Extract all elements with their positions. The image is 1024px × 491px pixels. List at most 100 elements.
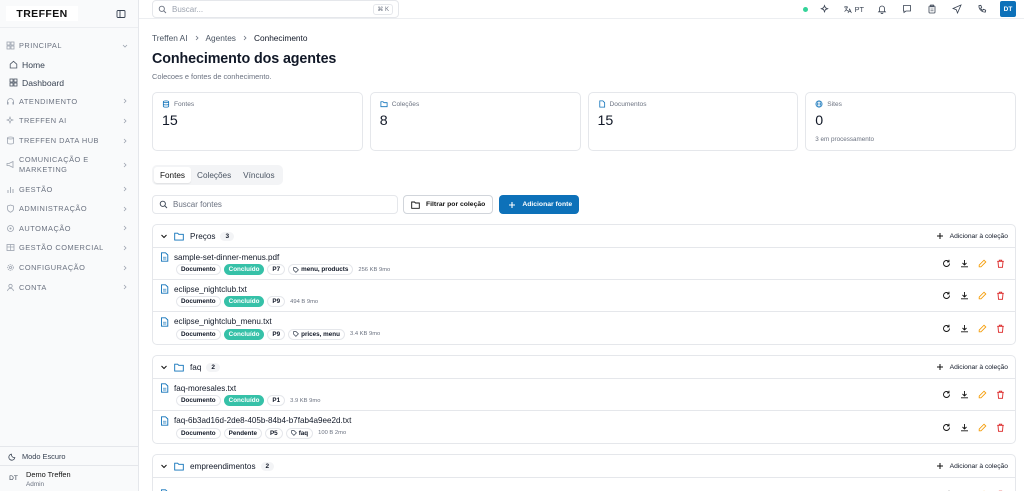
sidebar-section-atendimento[interactable]: ATENDIMENTO <box>0 92 138 112</box>
tab-vinculos[interactable]: Vínculos <box>237 167 280 183</box>
refresh-icon[interactable] <box>941 291 951 301</box>
send-icon[interactable] <box>951 4 962 15</box>
clipboard-icon[interactable] <box>926 4 937 15</box>
add-to-collection-button[interactable]: Adicionar à coleção <box>936 232 1008 240</box>
source-meta: 494 B 9mo <box>290 298 319 305</box>
folder-icon <box>380 100 392 108</box>
refresh-icon[interactable] <box>941 323 951 333</box>
sidebar-section-principal[interactable]: PRINCIPAL <box>0 36 138 56</box>
add-source-label: Adicionar fonte <box>522 201 573 208</box>
search-icon <box>159 200 173 209</box>
sidebar-section-automacao[interactable]: AUTOMAÇÃO <box>0 219 138 239</box>
source-row: faq-moresales.txt Documento Concluído P1 3.9… <box>153 379 1015 411</box>
edit-icon[interactable] <box>977 422 987 432</box>
source-name[interactable]: faq-6b3ad16d-2de8-405b-84b4-b7fab4a9ee2d… <box>174 416 351 425</box>
sidebar-item-label: Home <box>22 59 45 70</box>
sidebar-section-label: TREFFEN AI <box>19 116 67 126</box>
source-name[interactable]: sample-set-dinner-menus.pdf <box>174 253 279 262</box>
download-icon[interactable] <box>959 259 969 269</box>
source-row: sample-set-dinner-menus.pdf Documento Conc… <box>153 248 1015 280</box>
sidebar-item-label: Dashboard <box>22 77 65 88</box>
sidebar-toggle-icon[interactable] <box>116 9 126 19</box>
download-icon[interactable] <box>959 422 969 432</box>
sidebar-section-comunicacao[interactable]: COMUNICAÇÃO E MARKETING <box>0 150 138 179</box>
add-to-collection-button[interactable]: Adicionar à coleção <box>936 462 1008 470</box>
sources-search-input[interactable]: Buscar fontes <box>152 195 398 214</box>
stat-label: Sites <box>827 100 842 108</box>
sidebar-section-treffen-ai[interactable]: TREFFEN AI <box>0 111 138 131</box>
source-name-line: eclipse_nightclub.txt <box>160 284 941 294</box>
sidebar-section-conta[interactable]: CONTA <box>0 277 138 297</box>
add-to-collection-button[interactable]: Adicionar à coleção <box>936 363 1008 371</box>
avatar[interactable]: DT <box>1000 1 1016 17</box>
delete-icon[interactable] <box>995 291 1005 301</box>
shortcut-badge: ⌘ K <box>373 3 393 15</box>
sidebar-section-label: ATENDIMENTO <box>19 96 78 106</box>
sidebar-item-dashboard[interactable]: Dashboard <box>0 74 138 92</box>
chevron-down-icon[interactable] <box>160 462 174 470</box>
sidebar-section-gestao[interactable]: GESTÃO <box>0 179 138 199</box>
source-badges: Documento Concluído P9 prices, menu 3.4 KB 9… <box>160 328 941 340</box>
breadcrumb-current: Conhecimento <box>253 33 308 43</box>
sidebar-item-home[interactable]: Home <box>0 56 138 74</box>
chevron-down-icon[interactable] <box>160 232 174 240</box>
source-name-line: sample-set-dinner-menus.pdf <box>160 252 941 262</box>
breadcrumb-item[interactable]: Treffen AI <box>152 33 188 43</box>
stat-card-sites: Sites 0 3 em processamento <box>805 92 1016 151</box>
sidebar-section-data-hub[interactable]: TREFFEN DATA HUB <box>0 131 138 151</box>
phone-icon[interactable] <box>976 4 987 15</box>
breadcrumb-item[interactable]: Agentes <box>206 33 236 43</box>
stat-value: 15 <box>162 113 178 129</box>
sidebar-section-administracao[interactable]: ADMINISTRAÇÃO <box>0 199 138 219</box>
dark-mode-toggle[interactable]: Modo Escuro <box>0 446 138 465</box>
priority-badge: P9 <box>267 328 286 340</box>
refresh-icon[interactable] <box>941 259 951 269</box>
sidebar-section-gestao-comercial[interactable]: GESTÃO COMERCIAL <box>0 238 138 258</box>
message-icon[interactable] <box>901 4 912 15</box>
group-name: faq <box>190 362 202 372</box>
add-source-button[interactable]: Adicionar fonte <box>499 195 580 214</box>
language-selector[interactable]: PT <box>843 5 864 14</box>
stat-card-fontes: Fontes 15 <box>152 92 363 151</box>
sidebar-section-configuracao[interactable]: CONFIGURAÇÃO <box>0 258 138 278</box>
download-icon[interactable] <box>959 390 969 400</box>
download-icon[interactable] <box>959 291 969 301</box>
delete-icon[interactable] <box>995 259 1005 269</box>
edit-icon[interactable] <box>977 259 987 269</box>
source-name[interactable]: eclipse_nightclub.txt <box>174 285 247 294</box>
global-search-input[interactable]: Buscar... ⌘ K <box>152 0 399 18</box>
download-icon[interactable] <box>959 323 969 333</box>
type-badge: Documento <box>176 395 221 406</box>
filter-collection-button[interactable]: Filtrar por coleção <box>403 195 494 214</box>
delete-icon[interactable] <box>995 323 1005 333</box>
database-icon <box>162 100 174 108</box>
delete-icon[interactable] <box>995 390 1005 400</box>
tab-fontes[interactable]: Fontes <box>154 167 192 183</box>
group-header[interactable]: empreendimentos 2 Adicionar à coleção <box>153 455 1015 478</box>
sidebar-nav: PRINCIPAL Home Dashboard ATENDIMENTO TRE… <box>0 28 138 297</box>
group-header[interactable]: Preços 3 Adicionar à coleção <box>153 225 1015 248</box>
user-menu[interactable]: DT Demo Treffen Admin <box>0 465 138 491</box>
globe-icon <box>815 100 827 108</box>
refresh-icon[interactable] <box>941 422 951 432</box>
stat-label: Documentos <box>609 100 647 108</box>
group-header[interactable]: faq 2 Adicionar à coleção <box>153 356 1015 379</box>
sidebar-section-label: GESTÃO <box>19 184 53 194</box>
refresh-icon[interactable] <box>941 390 951 400</box>
tab-colecoes[interactable]: Coleções <box>191 167 237 183</box>
edit-icon[interactable] <box>977 390 987 400</box>
delete-icon[interactable] <box>995 422 1005 432</box>
source-info: eclipse_nightclub.txt Documento Concluído P… <box>160 284 941 307</box>
folder-icon <box>174 462 190 471</box>
source-name[interactable]: eclipse_nightclub_menu.txt <box>174 317 272 326</box>
edit-icon[interactable] <box>977 323 987 333</box>
sparkles-icon[interactable] <box>820 4 831 15</box>
edit-icon[interactable] <box>977 291 987 301</box>
source-meta: 3.4 KB 9mo <box>349 331 381 337</box>
bell-icon[interactable] <box>876 4 887 15</box>
group-name: Preços <box>190 231 216 241</box>
chevron-down-icon[interactable] <box>160 363 174 371</box>
source-group: empreendimentos 2 Adicionar à coleção luis-… <box>152 454 1016 491</box>
search-icon <box>158 5 167 14</box>
source-name[interactable]: faq-moresales.txt <box>174 384 236 393</box>
